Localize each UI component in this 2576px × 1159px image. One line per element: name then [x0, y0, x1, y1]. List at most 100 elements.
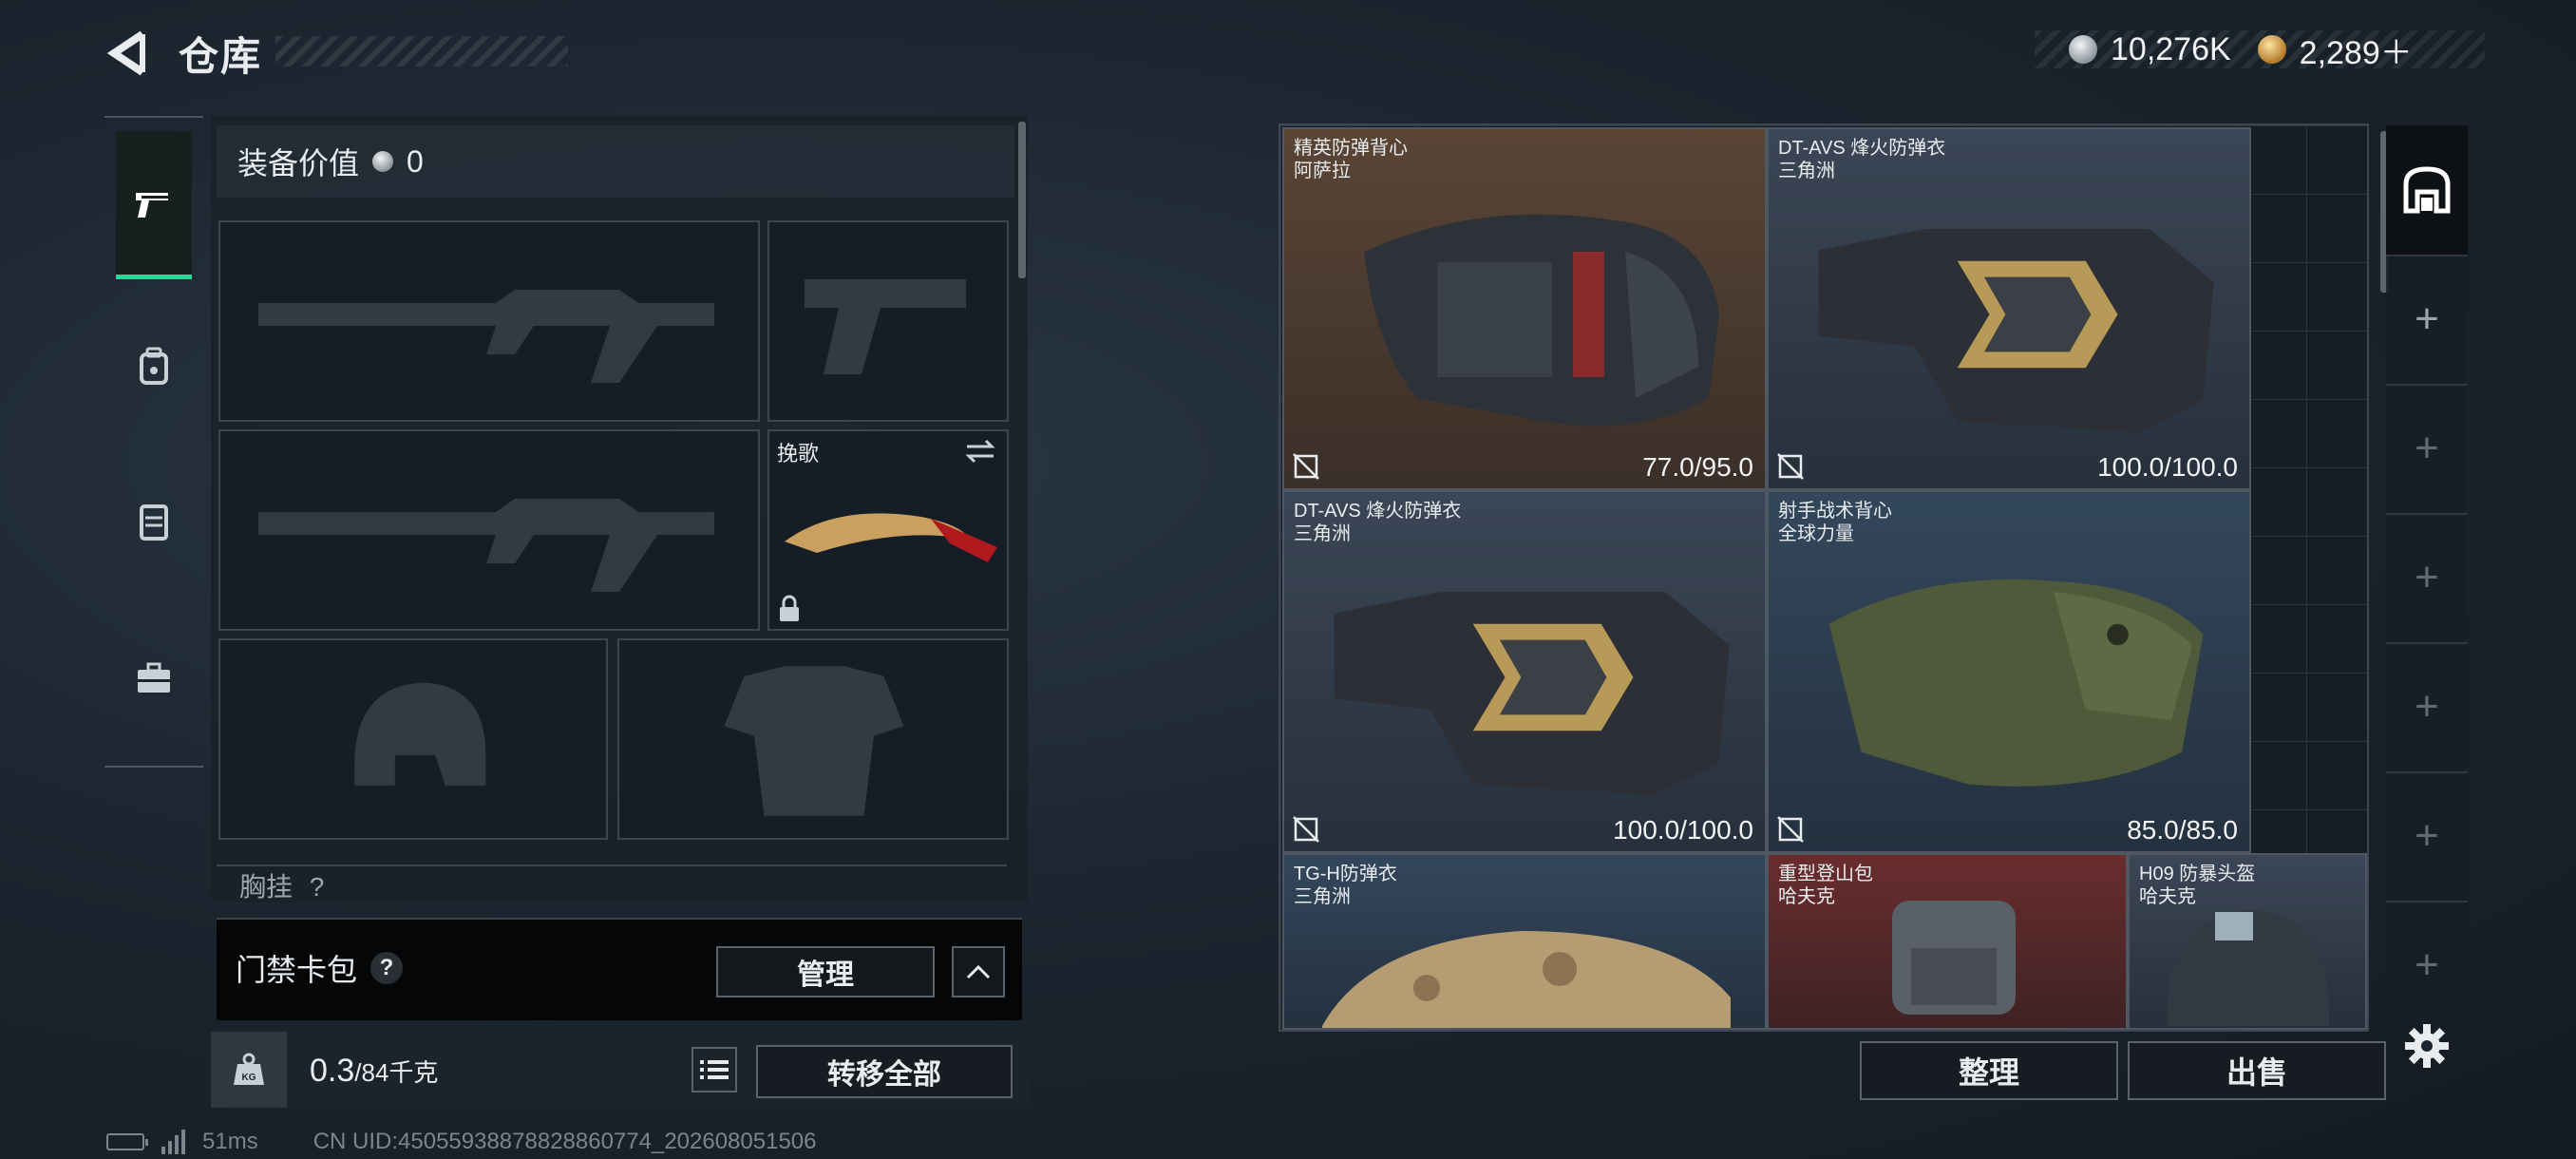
armor-vest-image [1364, 214, 1719, 427]
silver-coin-icon [2069, 35, 2097, 64]
keycard-help-icon[interactable]: ? [370, 952, 403, 984]
back-arrow-icon[interactable] [104, 28, 152, 78]
item-name: DT-AVS 烽火防弹衣 [1294, 501, 1462, 522]
item-name: DT-AVS 烽火防弹衣 [1778, 138, 1946, 159]
no-insurance-icon [1293, 816, 1319, 843]
swap-icon[interactable] [963, 437, 997, 466]
manage-button[interactable]: 管理 [716, 946, 935, 998]
user-id: CN UID:4505593887882886077​4_20260805150… [313, 1129, 817, 1154]
stash-item[interactable]: H09 防暴头盔 哈夫克 [2128, 853, 2367, 1030]
armor-silhouette-icon [724, 666, 904, 816]
item-source: 三角洲 [1778, 161, 1835, 181]
secondary-weapon-slot[interactable] [767, 220, 1009, 422]
weight-icon: KG [211, 1032, 287, 1108]
item-durability: 85.0/85.0 [2127, 815, 2238, 845]
stash-tab-add[interactable]: + [2386, 771, 2468, 902]
ping-value: 51ms [202, 1129, 258, 1154]
stash-tab-add[interactable]: + [2386, 255, 2468, 386]
vest-icon [140, 504, 168, 541]
battery-icon [106, 1133, 148, 1150]
status-bar: 51ms CN UID:4505593887882886077​4_202608… [106, 1129, 817, 1155]
warehouse-icon [2403, 166, 2451, 214]
sell-button[interactable]: 出售 [2128, 1041, 2386, 1100]
category-armor[interactable] [116, 448, 192, 597]
chest-rig-help: ? [309, 872, 325, 902]
stash-side-tabs: + + + + + + [2386, 125, 2468, 1032]
silver-coin-icon [372, 151, 394, 172]
armor-vest-image [1334, 592, 1730, 795]
stash-tab-add[interactable]: + [2386, 384, 2468, 515]
karambit-knife-icon [785, 513, 997, 562]
loadout-scrollbar[interactable] [1018, 122, 1026, 278]
transfer-all-button[interactable]: 转移全部 [756, 1045, 1013, 1098]
backpack-image [1892, 901, 2016, 1015]
stash-item[interactable]: DT-AVS 烽火防弹衣 三角洲 100.0/100.0 [1767, 127, 2251, 490]
stash-tab-add[interactable]: + [2386, 642, 2468, 773]
item-source: 三角洲 [1294, 523, 1351, 544]
weight-current: 0.3 [310, 1053, 355, 1089]
currency-bar: 10,276K 2,289＋ [2035, 30, 2485, 71]
stash-item[interactable]: 重型登山包 哈夫克 [1767, 853, 2128, 1030]
rifle-silhouette-icon [258, 290, 714, 383]
chest-rig-label: 胸挂 [239, 872, 294, 902]
equipment-value-row: 装备价值 0 [217, 125, 1014, 198]
stash-tab-add[interactable]: + [2386, 901, 2468, 1030]
armor-vest-image [1818, 229, 2214, 432]
pistol-silhouette-icon [805, 279, 966, 374]
chest-rig-slot[interactable]: 胸挂 ? [217, 864, 1007, 902]
stash-item[interactable]: DT-AVS 烽火防弹衣 三角洲 100.0/100.0 [1282, 490, 1767, 853]
item-name: H09 防暴头盔 [2139, 864, 2256, 884]
item-source: 三角洲 [1294, 886, 1351, 907]
gold-currency-value[interactable]: 2,289＋ [2300, 27, 2413, 73]
holster-weapon-slot[interactable] [218, 429, 760, 631]
sort-button[interactable]: 整理 [1860, 1041, 2118, 1100]
equipment-value-label: 装备价值 [237, 146, 360, 180]
title-decoration [275, 36, 568, 66]
collapse-button[interactable] [952, 946, 1005, 998]
rifle-silhouette-icon [258, 499, 714, 592]
stash-item[interactable]: TG-H防弹衣 三角洲 [1282, 853, 1767, 1030]
pistol-icon [136, 192, 170, 218]
category-backpack[interactable] [116, 293, 192, 441]
category-weapons[interactable] [116, 131, 192, 279]
equipment-value: 0 [407, 143, 424, 179]
item-source: 哈夫克 [1778, 886, 1835, 907]
category-rail [104, 116, 203, 768]
weight-max: /84千克 [354, 1058, 439, 1087]
no-insurance-icon [1293, 453, 1319, 480]
item-durability: 100.0/100.0 [1613, 815, 1753, 845]
stash-grid: 精英防弹背心 阿萨拉 77.0/95.0 DT-AVS 烽火防弹衣 三角洲 10… [1279, 124, 2369, 1032]
lock-icon [780, 595, 799, 621]
primary-weapon-slot[interactable] [218, 220, 760, 422]
stash-item[interactable]: 射手战术背心 全球力量 85.0/85.0 [1767, 490, 2251, 853]
toolbox-icon [138, 662, 170, 693]
helmet-silhouette-icon [354, 682, 486, 786]
chevron-up-icon [966, 964, 991, 979]
stash-tab-add[interactable]: + [2386, 513, 2468, 644]
body-armor-slot[interactable] [617, 638, 1009, 840]
category-tools[interactable] [116, 604, 192, 752]
item-durability: 77.0/95.0 [1642, 452, 1753, 482]
armor-vest-image [1322, 931, 1731, 1028]
item-name: 射手战术背心 [1778, 501, 1892, 522]
melee-weapon-name: 挽歌 [777, 442, 820, 466]
weight-bar: KG 0.3/84千克 转移全部 [211, 1032, 1030, 1108]
gear-icon[interactable] [2403, 1022, 2451, 1070]
melee-weapon-slot[interactable]: 挽歌 [767, 429, 1009, 631]
list-view-button[interactable] [691, 1047, 737, 1092]
armor-vest-image [1828, 579, 2204, 787]
no-insurance-icon [1777, 816, 1804, 843]
svg-text:KG: KG [242, 1073, 256, 1083]
signal-icon [161, 1130, 185, 1154]
item-name: 重型登山包 [1778, 864, 1873, 884]
silver-currency-value: 10,276K [2111, 30, 2231, 67]
stash-item[interactable]: 精英防弹背心 阿萨拉 77.0/95.0 [1282, 127, 1767, 490]
item-source: 阿萨拉 [1294, 161, 1351, 181]
no-insurance-icon [1777, 453, 1804, 480]
backpack-icon [140, 347, 168, 385]
helmet-slot[interactable] [218, 638, 608, 840]
keycard-pack-bar: 门禁卡包 ? 管理 [217, 918, 1022, 1020]
weight-text: 0.3/84千克 [310, 1053, 438, 1090]
stash-tab-main[interactable] [2386, 125, 2468, 256]
helmet-image [2168, 910, 2329, 1026]
